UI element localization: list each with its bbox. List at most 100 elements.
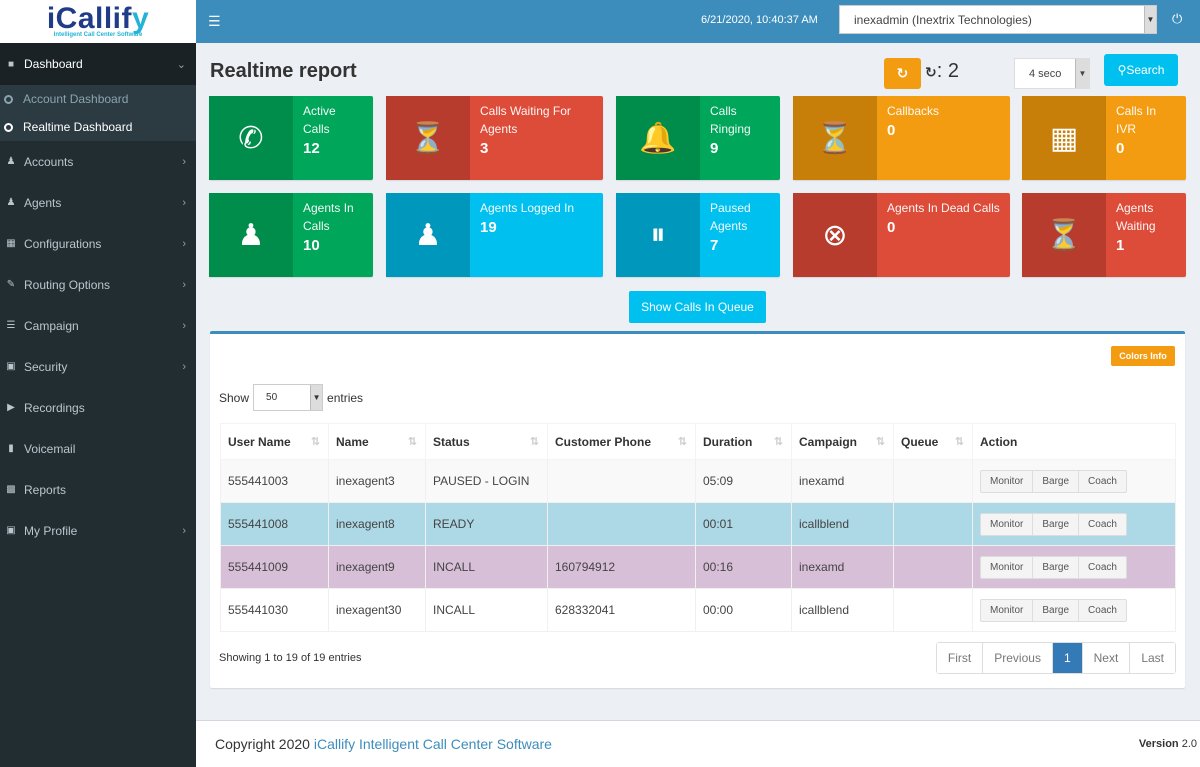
sidebar-item-campaign[interactable]: ☰ Campaign › bbox=[0, 305, 196, 346]
coach-button[interactable]: Coach bbox=[1079, 557, 1126, 578]
chevron-right-icon: › bbox=[182, 278, 186, 291]
power-logout-icon[interactable]: ⏻ bbox=[1172, 11, 1182, 27]
monitor-button[interactable]: Monitor bbox=[981, 470, 1034, 492]
column-header-customer-phone[interactable]: Customer Phone ⇅ bbox=[547, 423, 696, 460]
stat-agents-logged-in[interactable]: ♟ Agents Logged In 19 bbox=[386, 193, 603, 277]
pagination-previous[interactable]: Previous bbox=[983, 643, 1053, 673]
pagination-last[interactable]: Last bbox=[1130, 643, 1175, 673]
column-label: Customer Phone bbox=[555, 434, 652, 449]
sidebar-item-agents[interactable]: ♟ Agents › bbox=[0, 182, 196, 223]
stat-callbacks[interactable]: ⏳ Callbacks 0 bbox=[793, 96, 1010, 180]
sidebar-item-label: Campaign bbox=[24, 318, 79, 333]
cell-user-name: 555441003 bbox=[220, 459, 329, 503]
users-icon: ♟ bbox=[6, 156, 16, 167]
table-header-row: User Name ⇅ Name ⇅ Status ⇅ Customer Phone ⇅… bbox=[220, 423, 1176, 460]
show-calls-in-queue-button[interactable]: Show Calls In Queue bbox=[629, 291, 766, 323]
chevron-right-icon: › bbox=[182, 237, 186, 250]
sidebar-item-reports[interactable]: ▩ Reports bbox=[0, 469, 196, 510]
stat-label: Active bbox=[303, 104, 336, 118]
stat-value: 19 bbox=[480, 219, 497, 236]
stat-agents-waiting[interactable]: ⏳ Agents Waiting 1 bbox=[1022, 193, 1186, 277]
column-header-user-name[interactable]: User Name ⇅ bbox=[220, 423, 329, 460]
column-header-campaign[interactable]: Campaign ⇅ bbox=[791, 423, 894, 460]
stat-calls-in-ivr[interactable]: ▦ Calls In IVR 0 bbox=[1022, 96, 1186, 180]
cell-customer-phone: 628332041 bbox=[547, 588, 696, 632]
cell-name: inexagent9 bbox=[328, 545, 426, 589]
sidebar-item-label: Recordings bbox=[24, 400, 85, 415]
action-button-group: Monitor Barge Coach bbox=[980, 512, 1127, 536]
circle-icon bbox=[4, 94, 13, 104]
coach-button[interactable]: Coach bbox=[1079, 471, 1126, 492]
page-length-select[interactable]: 50 ▼ bbox=[253, 384, 324, 411]
version-number: 2.0 bbox=[1181, 738, 1197, 750]
refresh-icon: ↻ bbox=[896, 65, 909, 81]
barge-button[interactable]: Barge bbox=[1033, 556, 1080, 578]
stat-active-calls[interactable]: ✆ Active Calls 12 bbox=[209, 96, 373, 180]
pagination-next[interactable]: Next bbox=[1082, 643, 1131, 673]
edit-icon: ✎ bbox=[6, 279, 16, 290]
refresh-counter: ↻: 2 bbox=[925, 60, 959, 82]
column-header-queue[interactable]: Queue ⇅ bbox=[893, 423, 973, 460]
account-select[interactable]: inexadmin (Inextrix Technologies) ▼ bbox=[839, 5, 1157, 34]
sidebar-subitem-realtime-dashboard[interactable]: Realtime Dashboard bbox=[0, 113, 196, 141]
table-row: 555441008 inexagent8 READY 00:01 icallbl… bbox=[220, 502, 1176, 546]
agent-waiting-icon: ⏳ bbox=[1022, 193, 1106, 277]
stat-calls-ringing[interactable]: 🔔 Calls Ringing 9 bbox=[616, 96, 780, 180]
headset-agents-icon: ♟ bbox=[209, 193, 293, 277]
copyright-brand-link[interactable]: iCallify Intelligent Call Center Softwar… bbox=[314, 736, 552, 752]
colors-info-button[interactable]: Colors Info bbox=[1111, 346, 1175, 366]
list-icon: ☰ bbox=[6, 320, 16, 331]
table-row: 555441003 inexagent3 PAUSED - LOGIN 05:0… bbox=[220, 459, 1176, 503]
chevron-down-icon: ⌄ bbox=[176, 58, 186, 71]
stat-label: Waiting bbox=[1116, 219, 1156, 233]
stat-paused-agents[interactable]: ⏸ Paused Agents 7 bbox=[616, 193, 780, 277]
menu-toggle-icon[interactable]: ☰ bbox=[208, 13, 221, 30]
cell-campaign: icallblend bbox=[791, 588, 894, 632]
sidebar-item-recordings[interactable]: ▶ Recordings bbox=[0, 387, 196, 428]
sidebar-item-accounts[interactable]: ♟ Accounts › bbox=[0, 141, 196, 182]
table-row: 555441009 inexagent9 INCALL 160794912 00… bbox=[220, 545, 1176, 589]
sidebar-item-security[interactable]: ▣ Security › bbox=[0, 346, 196, 387]
barge-button[interactable]: Barge bbox=[1033, 470, 1080, 492]
pagination-first[interactable]: First bbox=[936, 643, 984, 673]
stat-calls-waiting-for-agents[interactable]: ⏳ Calls Waiting For Agents 3 bbox=[386, 96, 603, 180]
refresh-button[interactable]: ↻ bbox=[884, 58, 921, 89]
column-header-name[interactable]: Name ⇅ bbox=[328, 423, 426, 460]
monitor-button[interactable]: Monitor bbox=[981, 599, 1034, 621]
cell-customer-phone: 160794912 bbox=[547, 545, 696, 589]
table-row: 555441030 inexagent30 INCALL 628332041 0… bbox=[220, 588, 1176, 632]
chevron-right-icon: › bbox=[182, 319, 186, 332]
column-header-status[interactable]: Status ⇅ bbox=[425, 423, 548, 460]
sidebar-item-configurations[interactable]: ▦ Configurations › bbox=[0, 223, 196, 264]
sidebar-subitem-label: Realtime Dashboard bbox=[23, 120, 133, 134]
column-header-duration[interactable]: Duration ⇅ bbox=[695, 423, 792, 460]
sort-icon: ⇅ bbox=[310, 435, 320, 448]
barge-button[interactable]: Barge bbox=[1033, 513, 1080, 535]
sidebar-item-my-profile[interactable]: ▣ My Profile › bbox=[0, 510, 196, 551]
sidebar-item-voicemail[interactable]: ▮ Voicemail bbox=[0, 428, 196, 469]
sidebar-item-label: My Profile bbox=[24, 523, 78, 538]
stat-label: Agents Logged In bbox=[480, 201, 575, 215]
entries-label: entries bbox=[327, 390, 364, 405]
bell-ringing-icon: 🔔 bbox=[616, 96, 700, 180]
stat-value: 12 bbox=[303, 140, 320, 157]
coach-button[interactable]: Coach bbox=[1079, 514, 1126, 535]
sidebar-subitem-account-dashboard[interactable]: Account Dashboard bbox=[0, 85, 196, 113]
search-button[interactable]: ⚲ Search bbox=[1104, 54, 1178, 86]
pagination-page-1[interactable]: 1 bbox=[1052, 643, 1083, 673]
stat-label: Agents In bbox=[303, 201, 354, 215]
monitor-button[interactable]: Monitor bbox=[981, 556, 1034, 578]
stat-label: Ringing bbox=[710, 122, 751, 136]
coach-button[interactable]: Coach bbox=[1079, 600, 1126, 621]
monitor-button[interactable]: Monitor bbox=[981, 513, 1034, 535]
logo[interactable]: iCallify Intelligent Call Center Softwar… bbox=[0, 0, 196, 43]
stat-label: Agents bbox=[1116, 201, 1154, 215]
stat-agents-in-calls[interactable]: ♟ Agents In Calls 10 bbox=[209, 193, 373, 277]
sidebar-item-routing-options[interactable]: ✎ Routing Options › bbox=[0, 264, 196, 305]
refresh-interval-select[interactable]: 4 seco ▼ bbox=[1014, 58, 1090, 89]
cell-user-name: 555441030 bbox=[220, 588, 329, 632]
stat-agents-in-dead-calls[interactable]: ⊗ Agents In Dead Calls 0 bbox=[793, 193, 1010, 277]
sidebar-item-dashboard[interactable]: ■ Dashboard ⌄ bbox=[0, 43, 196, 85]
refresh-count-value: 2 bbox=[947, 60, 959, 82]
barge-button[interactable]: Barge bbox=[1033, 599, 1080, 621]
